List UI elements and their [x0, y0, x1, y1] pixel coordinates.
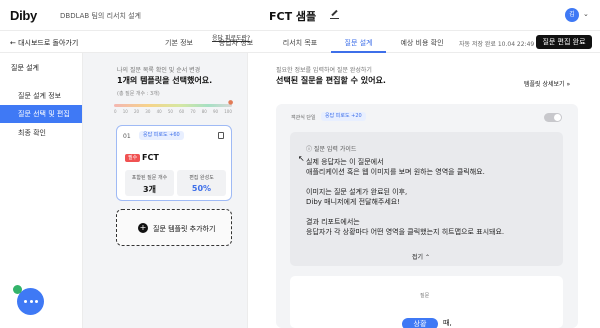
guide-line: 애플리케이션 혹은 웹 이미지를 보며 원하는 영역을 클릭해요.	[306, 168, 485, 176]
tab-cost-estimate[interactable]: 예상 비용 확인	[386, 31, 458, 53]
chevron-right-icon: »	[566, 81, 571, 88]
step-tabs: 기본 정보 응답자 정보 리서치 목표 질문 설계 예상 비용 확인	[155, 31, 458, 53]
question-toggle[interactable]	[544, 113, 562, 122]
add-template-label: 질문 템플릿 추가하기	[153, 225, 216, 233]
question-fatigue-badge: 응답 피로도 +20	[321, 112, 366, 121]
app-logo[interactable]: Diby	[10, 8, 37, 23]
template-detail-link[interactable]: 템플릿 상세보기 »	[524, 79, 570, 88]
guide-line: 이미지는 질문 설계가 완료된 이후,	[306, 188, 408, 196]
autosave-status: 자동 저장 완료 10.04 22:49	[459, 41, 535, 48]
fatigue-ticks: 0 10 20 30 40 50 60 70 80 90 100	[114, 109, 232, 114]
back-to-dashboard-link[interactable]: ← 대시보드로 돌아가기	[10, 38, 78, 48]
back-label: 대시보드로 돌아가기	[18, 39, 79, 47]
middle-subheading: 나의 질문 목록 확인 및 순서 변경	[117, 67, 201, 74]
tick: 70	[190, 109, 196, 114]
tick: 20	[134, 109, 140, 114]
sidebar-item-final-check[interactable]: 최종 확인	[0, 124, 82, 142]
middle-title: 1개의 템플릿을 선택했어요.	[117, 76, 213, 85]
tick: 100	[224, 109, 232, 114]
tick: 0	[114, 109, 117, 114]
question-count: (총 질문 개수 : 3개)	[117, 91, 160, 97]
guide-line: 실제 응답자는 이 질문에서	[306, 158, 384, 166]
guide-line: 응답자가 각 상황마다 어떤 영역을 클릭했는지 히트맵으로 표시돼요.	[306, 228, 505, 236]
tick: 50	[167, 109, 173, 114]
copy-icon[interactable]	[218, 132, 224, 139]
situation-pill[interactable]: 상황	[402, 318, 438, 328]
template-detail-label: 템플릿 상세보기	[524, 81, 565, 88]
page-title: FCT 샘플	[269, 10, 317, 23]
tick: 10	[122, 109, 128, 114]
fatigue-meter	[114, 104, 232, 107]
add-template-button[interactable]: + 질문 템플릿 추가하기	[116, 209, 232, 246]
sidebar-item-design-info[interactable]: 질문 설계 정보	[0, 87, 82, 105]
tick: 60	[179, 109, 185, 114]
fold-guide-button[interactable]: 접기 ⌃	[412, 252, 430, 261]
required-tag: 필수	[125, 154, 141, 162]
team-subtitle: DBDLAB 팀의 리서치 설계	[60, 12, 141, 20]
sidebar-item-select-edit[interactable]: 질문 선택 및 편집	[0, 105, 82, 123]
edit-title-icon[interactable]	[330, 10, 339, 19]
guide-heading: ⓘ 질문 입력 가이드	[306, 146, 357, 153]
question-label: 질문	[420, 293, 430, 299]
stat-value: 3개	[143, 185, 156, 194]
guide-heading-text: 질문 입력 가이드	[313, 146, 357, 153]
right-title: 선택된 질문을 편집할 수 있어요.	[276, 76, 386, 85]
question-text: 때,	[443, 319, 452, 327]
chat-badge-icon	[13, 285, 22, 294]
question-type: 객관식 단일	[291, 115, 316, 121]
plus-icon: +	[138, 223, 148, 233]
stat-label: 포함된 질문 개수	[131, 175, 168, 181]
sidebar-heading: 질문 설계	[11, 64, 39, 72]
template-card[interactable]: 01 응답 피로도 +60 필수 FCT 포함된 질문 개수 3개 편집 완성도…	[116, 125, 232, 201]
guide-line: Diby 매니저에게 전달해주세요!	[306, 198, 401, 206]
complete-edit-button[interactable]: 질문 편집 완료	[536, 35, 592, 49]
stat-question-count: 포함된 질문 개수 3개	[125, 170, 174, 196]
chat-dots-icon	[24, 300, 38, 303]
avatar[interactable]: 김	[565, 8, 579, 22]
template-number: 01	[123, 133, 131, 140]
tab-basic-info[interactable]: 기본 정보	[155, 31, 203, 53]
guide-line: 결과 리포트에서는	[306, 218, 360, 226]
stat-value: 50%	[191, 184, 212, 193]
fold-label: 접기	[412, 254, 424, 261]
fatigue-guide-link[interactable]: 응답 피로도란?	[212, 33, 250, 42]
left-sidebar: 질문 설계 질문 설계 정보 질문 선택 및 편집 최종 확인	[0, 53, 82, 328]
tick: 90	[212, 109, 219, 114]
fatigue-indicator-icon: ●	[228, 99, 234, 106]
chevron-up-icon: ⌃	[424, 254, 430, 261]
tab-research-goal[interactable]: 리서치 목표	[269, 31, 331, 53]
template-name: FCT	[142, 153, 159, 162]
mouse-cursor-icon: ↖	[298, 154, 305, 163]
step-nav-bar: ← 대시보드로 돌아가기 기본 정보 응답자 정보 리서치 목표 질문 설계 예…	[0, 31, 600, 53]
right-subheading: 필요한 정보를 입력하여 질문 완성하기	[276, 67, 372, 74]
stat-completion: 편집 완성도 50%	[177, 170, 226, 196]
stat-label: 편집 완성도	[189, 175, 214, 181]
app-header: Diby DBDLAB 팀의 리서치 설계 FCT 샘플 김 ⌄	[0, 0, 600, 31]
chevron-down-icon[interactable]: ⌄	[583, 10, 589, 18]
tick: 80	[201, 109, 207, 114]
fatigue-badge: 응답 피로도 +60	[139, 131, 184, 140]
tick: 30	[145, 109, 151, 114]
tab-question-design[interactable]: 질문 설계	[331, 31, 386, 53]
tick: 40	[156, 109, 162, 114]
